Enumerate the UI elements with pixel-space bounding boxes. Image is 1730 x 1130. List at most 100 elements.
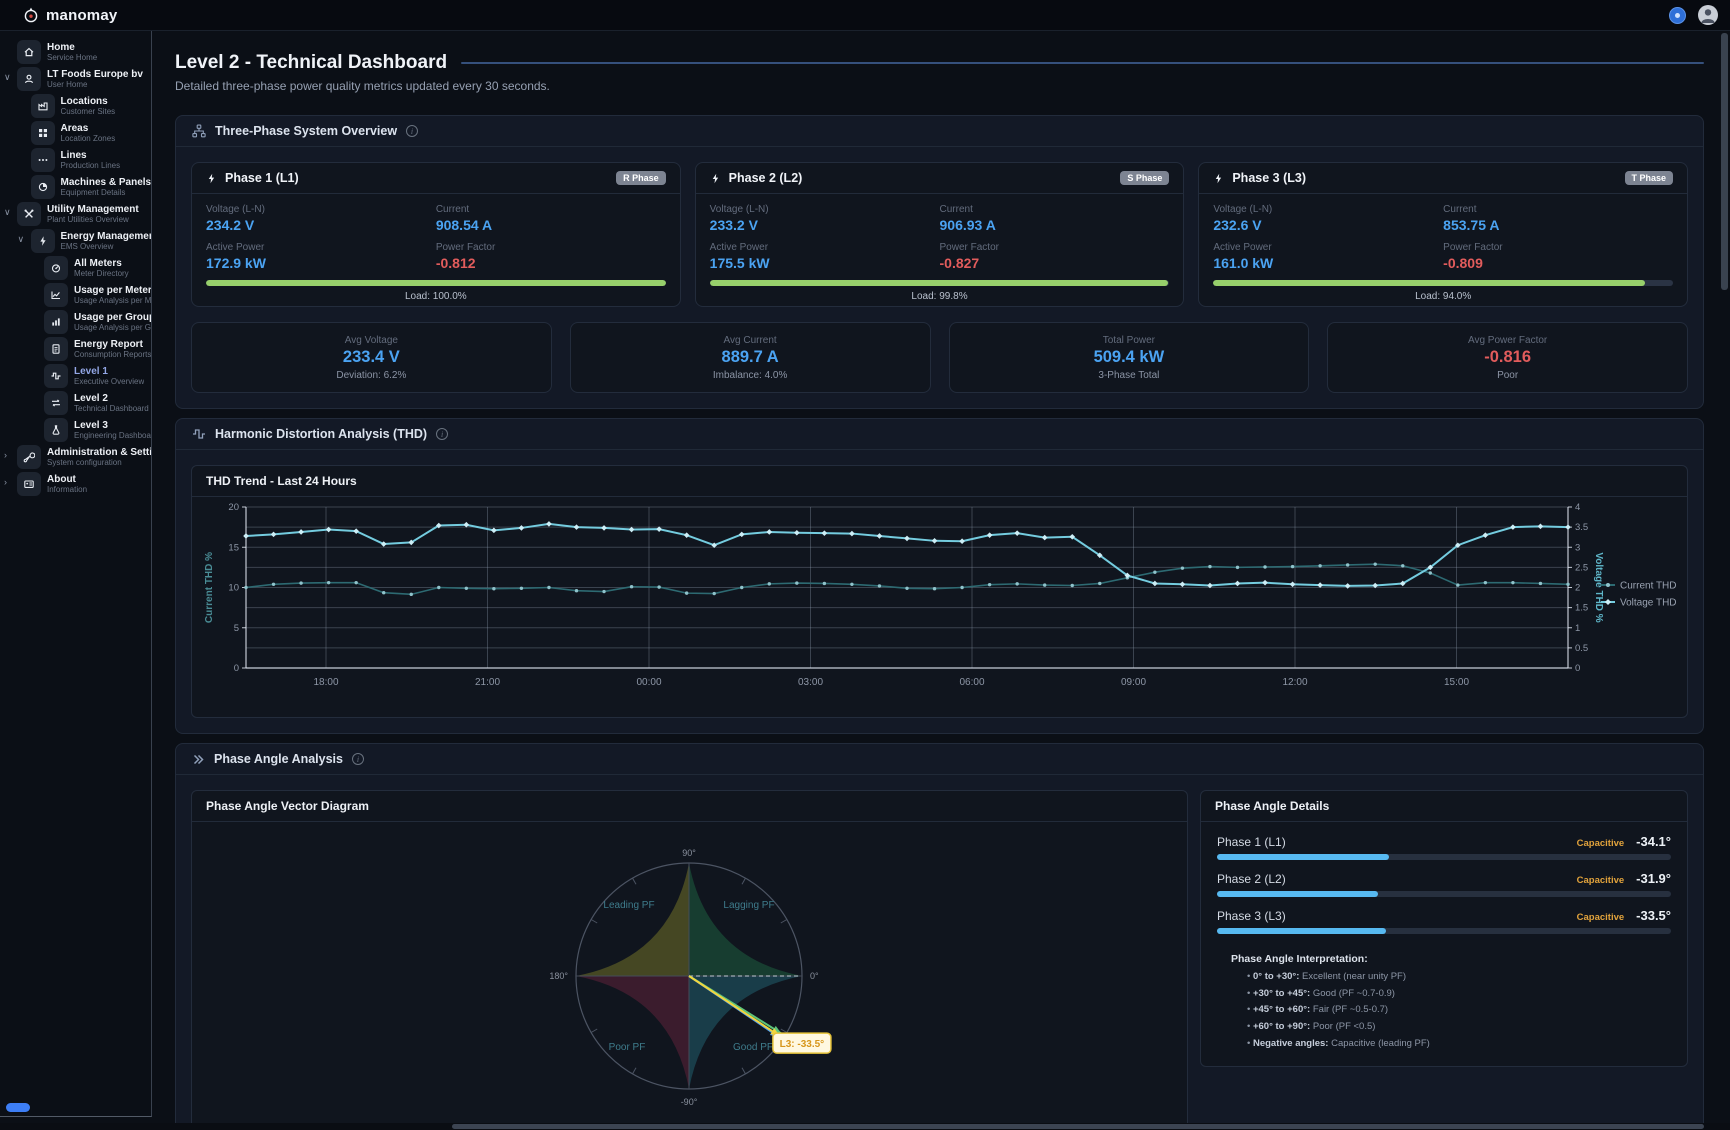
sidebar-item-sublabel: Engineering Dashboard	[74, 432, 151, 441]
load-bar	[1213, 280, 1673, 286]
svg-text:09:00: 09:00	[1121, 677, 1146, 688]
bolt-icon	[206, 172, 217, 185]
metric-value: 906.93 A	[940, 217, 1170, 233]
sidebar-item-label: LT Foods Europe bv	[47, 69, 143, 80]
sidebar-item-energy-report[interactable]: Energy ReportConsumption Reports	[0, 336, 151, 362]
sidebar-item-lt-foods-europe-bv[interactable]: ∨LT Foods Europe bvUser Home	[0, 66, 151, 92]
svg-text:12:00: 12:00	[1282, 677, 1307, 688]
metric-value: 232.6 V	[1213, 217, 1443, 233]
phase-badge: S Phase	[1120, 171, 1169, 185]
horizontal-scrollbar-thumb[interactable]	[452, 1124, 1704, 1129]
sidebar-item-usage-per-group[interactable]: Usage per GroupUsage Analysis per Group	[0, 309, 151, 335]
user-avatar[interactable]	[1698, 5, 1718, 25]
summary-card-total-power: Total Power509.4 kW3-Phase Total	[949, 322, 1310, 393]
axis-label-180: 180°	[549, 971, 568, 981]
phase-card-l1: Phase 1 (L1)R PhaseVoltage (L-N)234.2 VC…	[191, 162, 681, 307]
wrench-icon	[17, 445, 41, 469]
interpretation-desc: Capacitive (leading PF)	[1331, 1038, 1430, 1049]
svg-text:3: 3	[1575, 542, 1580, 553]
vertical-scrollbar-thumb[interactable]	[1721, 33, 1728, 290]
svg-text:1.5: 1.5	[1575, 603, 1588, 614]
section-title-overview: Three-Phase System Overview	[215, 124, 397, 138]
interpretation-item: +60° to +90°: Poor (PF <0.5)	[1247, 1019, 1671, 1036]
summary-value: -0.816	[1484, 348, 1531, 367]
sidebar-item-label: All Meters	[74, 258, 129, 269]
svg-text:2: 2	[1575, 583, 1580, 594]
sidebar-item-home[interactable]: HomeService Home	[0, 39, 151, 65]
sidebar-item-areas[interactable]: AreasLocation Zones	[0, 120, 151, 146]
metric-value: 853.75 A	[1443, 217, 1673, 233]
phase-name: Phase 2 (L2)	[1217, 872, 1286, 886]
legend-item-voltage-thd[interactable]: Voltage THD	[1601, 598, 1677, 609]
sidebar-item-level-2[interactable]: Level 2Technical Dashboard	[0, 390, 151, 416]
summary-value: 509.4 kW	[1094, 348, 1165, 367]
arrows-icon	[44, 391, 68, 415]
phase-angle-row-l1: Phase 1 (L1)Capacitive-34.1°	[1217, 834, 1671, 860]
metric-value: 908.54 A	[436, 217, 666, 233]
sidebar-item-label: Level 3	[74, 420, 151, 431]
sidebar-hscroll-thumb[interactable]	[6, 1103, 30, 1112]
metric-value: 233.2 V	[710, 217, 940, 233]
interpretation-range: +60° to +90°:	[1253, 1021, 1310, 1032]
summary-card-avg-current: Avg Current889.7 AImbalance: 4.0%	[570, 322, 931, 393]
info-icon[interactable]: i	[352, 753, 364, 765]
tools-icon	[17, 202, 41, 226]
sidebar-item-sublabel: User Home	[47, 81, 143, 90]
svg-text:0.5: 0.5	[1575, 643, 1588, 654]
info-icon[interactable]: i	[436, 428, 448, 440]
angle-bar	[1217, 854, 1671, 860]
svg-text:18:00: 18:00	[313, 677, 338, 688]
sidebar-item-sublabel: Service Home	[47, 54, 97, 63]
summary-card-avg-voltage: Avg Voltage233.4 VDeviation: 6.2%	[191, 322, 552, 393]
phase-card-title: Phase 1 (L1)	[225, 171, 299, 185]
info-icon[interactable]: i	[406, 125, 418, 137]
chartline-icon	[44, 283, 68, 307]
title-rule	[461, 62, 1704, 64]
waveform-icon	[192, 427, 206, 441]
section-title-phase-angle: Phase Angle Analysis	[214, 752, 343, 766]
capacitive-tag: Capacitive	[1577, 838, 1625, 849]
load-text: Load: 100.0%	[206, 291, 666, 302]
sidebar-item-sublabel: Location Zones	[61, 135, 116, 144]
quadrant-label-leading-pf: Leading PF	[603, 900, 654, 911]
sidebar-item-all-meters[interactable]: All MetersMeter Directory	[0, 255, 151, 281]
sidebar-item-about[interactable]: ›AboutInformation	[0, 471, 151, 497]
bolt-icon	[31, 229, 55, 253]
sidebar-item-administration-settings[interactable]: ›Administration & SettingsSystem configu…	[0, 444, 151, 470]
metric-value: -0.809	[1443, 255, 1673, 271]
metric-label: Voltage (L-N)	[206, 204, 436, 215]
legend-item-current-thd[interactable]: Current THD	[1601, 581, 1677, 592]
sidebar-item-machines-panels[interactable]: Machines & PanelsEquipment Details	[0, 174, 151, 200]
load-bar-fill	[1213, 280, 1645, 286]
sidebar-item-sublabel: Information	[47, 486, 87, 495]
double-chevron-icon	[192, 753, 205, 766]
sidebar-item-label: Areas	[61, 123, 116, 134]
sidebar-item-label: Energy Management	[61, 231, 152, 242]
quadrant-label-lagging-pf: Lagging PF	[723, 900, 774, 911]
sidebar-item-usage-per-meter[interactable]: Usage per MeterUsage Analysis per Meter	[0, 282, 151, 308]
svg-text:00:00: 00:00	[636, 677, 661, 688]
sidebar-item-locations[interactable]: LocationsCustomer Sites	[0, 93, 151, 119]
summary-card-avg-power-factor: Avg Power Factor-0.816Poor	[1327, 322, 1688, 393]
summary-label: Avg Power Factor	[1468, 335, 1547, 346]
sidebar-item-lines[interactable]: LinesProduction Lines	[0, 147, 151, 173]
svg-text:4: 4	[1575, 502, 1580, 513]
status-indicator-button[interactable]	[1669, 7, 1686, 24]
sidebar-item-level-1[interactable]: Level 1Executive Overview	[0, 363, 151, 389]
metric-value: 172.9 kW	[206, 255, 436, 271]
three-phase-overview-panel: Three-Phase System Overview i Phase 1 (L…	[175, 115, 1704, 409]
sidebar-item-utility-management[interactable]: ∨Utility ManagementPlant Utilities Overv…	[0, 201, 151, 227]
metric-value: 175.5 kW	[710, 255, 940, 271]
sidebar-item-level-3[interactable]: Level 3Engineering Dashboard	[0, 417, 151, 443]
sidebar-item-sublabel: Usage Analysis per Meter	[74, 297, 151, 306]
sidebar-item-label: Lines	[61, 150, 121, 161]
metric-value: -0.812	[436, 255, 666, 271]
interpretation-item: 0° to +30°: Excellent (near unity PF)	[1247, 969, 1671, 986]
sidebar-item-sublabel: Executive Overview	[74, 378, 144, 387]
phase-angle-value: -34.1°	[1636, 834, 1671, 849]
axis-label-0: 0°	[810, 971, 819, 981]
svg-text:20: 20	[228, 502, 239, 513]
sidebar-item-energy-management[interactable]: ∨Energy ManagementEMS Overview	[0, 228, 151, 254]
page-title: Level 2 - Technical Dashboard	[175, 52, 447, 74]
svg-text:Current THD: Current THD	[1620, 581, 1677, 592]
